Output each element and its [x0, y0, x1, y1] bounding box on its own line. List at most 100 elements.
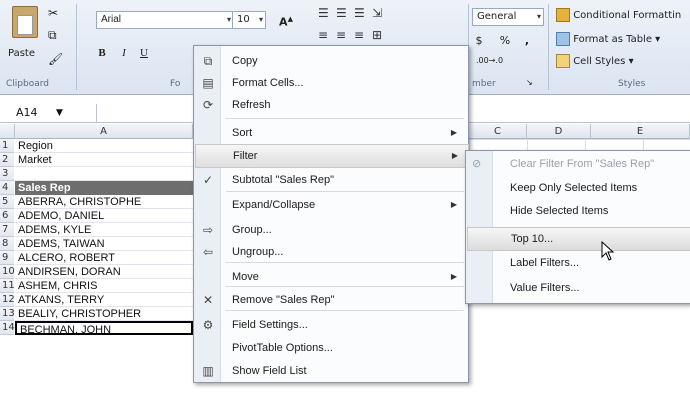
- cell-a[interactable]: ANDIRSEN, DORAN: [15, 265, 193, 279]
- cell-a[interactable]: Market: [15, 153, 193, 167]
- cell-a[interactable]: ALCERO, ROBERT: [15, 251, 193, 265]
- menu-item-subtotal-sales-rep[interactable]: ✓ Subtotal "Sales Rep": [195, 169, 467, 191]
- menu-item-label: Refresh: [232, 99, 271, 111]
- row-header[interactable]: 7: [0, 223, 14, 237]
- submenu-item-keep-only-selected-items[interactable]: Keep Only Selected Items: [467, 177, 689, 199]
- clipboard-group-label: Clipboard: [6, 79, 49, 89]
- cell-a[interactable]: BEALIY, CHRISTOPHER: [15, 307, 193, 321]
- paste-button[interactable]: Paste: [6, 4, 44, 74]
- cut-icon[interactable]: ✂: [48, 6, 58, 20]
- grow-font-button[interactable]: A▲: [268, 10, 304, 29]
- format-painter-icon[interactable]: 🖌: [48, 52, 63, 66]
- column-header-e[interactable]: E: [591, 124, 690, 139]
- column-header-d[interactable]: D: [527, 124, 591, 139]
- cell-a[interactable]: ATKANS, TERRY: [15, 293, 193, 307]
- format-cells-icon: ▤: [202, 76, 214, 90]
- menu-separator: [226, 191, 464, 192]
- row-header[interactable]: 11: [0, 279, 15, 293]
- formula-input[interactable]: [96, 104, 196, 122]
- align-icons[interactable]: ☰ ☰ ☰ ⇲ ≡ ≡ ≡ ⊞: [318, 6, 386, 50]
- bold-button[interactable]: B: [94, 44, 110, 62]
- row-header[interactable]: 2: [0, 153, 14, 167]
- number-format-combo[interactable]: General ▾: [472, 8, 544, 26]
- paste-label: Paste: [8, 48, 35, 59]
- dialog-launcher-icon[interactable]: ↘: [526, 78, 533, 87]
- cell-a[interactable]: ADEMS, KYLE: [15, 223, 193, 237]
- submenu-item-hide-selected-items[interactable]: Hide Selected Items: [467, 200, 689, 222]
- currency-button[interactable]: $: [472, 32, 486, 50]
- align-left-icon[interactable]: ≡: [318, 28, 328, 42]
- filter-submenu: ⊘ Clear Filter From "Sales Rep" Keep Only…: [465, 150, 690, 304]
- menu-item-copy[interactable]: ⧉ Copy: [195, 50, 467, 72]
- format-as-table-button[interactable]: Format as Table ▾: [556, 32, 660, 46]
- copy-ribbon-icon[interactable]: ⧉: [48, 28, 57, 43]
- conditional-formatting-button[interactable]: Conditional Formattin: [556, 8, 681, 22]
- row-header[interactable]: 12: [0, 293, 15, 307]
- menu-item-refresh[interactable]: ⟳ Refresh: [195, 94, 467, 116]
- format-table-icon: [556, 32, 570, 46]
- menu-item-group[interactable]: ⇨ Group...: [195, 219, 467, 241]
- row-header[interactable]: 1: [0, 139, 14, 153]
- wrap-text-icon[interactable]: ⇲: [372, 6, 382, 20]
- field-settings-icon: ⚙: [202, 318, 214, 332]
- cell-a[interactable]: ABERRA, CHRISTOPHE: [15, 195, 193, 209]
- cell-a[interactable]: BECHMAN, JOHN: [15, 321, 193, 336]
- menu-item-label: Filter: [233, 150, 258, 162]
- column-header-a[interactable]: A: [15, 124, 193, 139]
- name-box[interactable]: A14 ▼: [2, 104, 82, 122]
- row-header[interactable]: 5: [0, 195, 14, 209]
- comma-button[interactable]: ,: [520, 32, 534, 50]
- submenu-item-label: Value Filters...: [510, 282, 580, 294]
- font-name-combo[interactable]: Arial ▾: [96, 11, 234, 29]
- menu-item-show-field-list[interactable]: ▥ Show Field List: [195, 360, 467, 382]
- menu-item-pivottable-options[interactable]: PivotTable Options...: [195, 337, 467, 359]
- cell-a[interactable]: ADEMS, TAIWAN: [15, 237, 193, 251]
- cell-a[interactable]: ASHEM, CHRIS: [15, 279, 193, 293]
- menu-item-sort[interactable]: Sort ▶: [195, 122, 467, 144]
- menu-item-filter[interactable]: Filter ▶: [195, 144, 469, 168]
- percent-button[interactable]: %: [498, 32, 512, 50]
- align-bottom-icon[interactable]: ☰: [354, 6, 365, 20]
- menu-item-field-settings[interactable]: ⚙ Field Settings...: [195, 314, 467, 336]
- row-header[interactable]: 9: [0, 251, 14, 265]
- cell-a[interactable]: ADEMO, DANIEL: [15, 209, 193, 223]
- align-top-icon[interactable]: ☰: [318, 6, 329, 20]
- cell-a[interactable]: Region: [15, 139, 193, 153]
- chevron-down-icon: ▾: [655, 34, 661, 45]
- align-right-icon[interactable]: ≡: [354, 28, 364, 42]
- row-header[interactable]: 14: [0, 321, 15, 335]
- submenu-item-top-10[interactable]: Top 10...: [467, 227, 690, 251]
- italic-button[interactable]: I: [116, 44, 132, 62]
- submenu-item-label-filters[interactable]: Label Filters...: [467, 252, 689, 274]
- font-size-combo[interactable]: 10 ▾: [232, 11, 266, 29]
- row-header[interactable]: 10: [0, 265, 15, 279]
- decrease-decimal-icon[interactable]: .00→.0: [476, 56, 503, 65]
- checkmark-icon: ✓: [202, 173, 214, 187]
- menu-item-ungroup[interactable]: ⇦ Ungroup...: [195, 241, 467, 263]
- menu-item-expand-collapse[interactable]: Expand/Collapse ▶: [195, 194, 467, 216]
- row-header[interactable]: 4: [0, 181, 14, 195]
- menu-item-remove-sales-rep[interactable]: ✕ Remove "Sales Rep": [195, 289, 467, 311]
- row-header[interactable]: 6: [0, 209, 14, 223]
- sales-rep-field-header[interactable]: Sales Rep: [15, 181, 193, 195]
- select-all-corner[interactable]: [0, 124, 15, 139]
- cell-a[interactable]: [15, 167, 193, 181]
- font-name-value: Arial: [101, 14, 122, 25]
- row-header[interactable]: 3: [0, 167, 14, 181]
- align-middle-icon[interactable]: ☰: [336, 6, 347, 20]
- submenu-item-value-filters[interactable]: Value Filters...: [467, 277, 689, 299]
- align-center-icon[interactable]: ≡: [336, 28, 346, 42]
- menu-item-format-cells[interactable]: ▤ Format Cells...: [195, 72, 467, 94]
- underline-button[interactable]: U: [136, 44, 152, 62]
- merge-cells-icon[interactable]: ⊞: [372, 28, 382, 42]
- conditional-formatting-label: Conditional Formattin: [573, 10, 682, 21]
- menu-item-label: Ungroup...: [232, 246, 284, 258]
- number-group-label: mber: [472, 79, 496, 89]
- cell-styles-button[interactable]: Cell Styles ▾: [556, 54, 634, 68]
- column-header-c[interactable]: C: [469, 124, 527, 139]
- submenu-item-label: Top 10...: [511, 233, 554, 245]
- menu-item-move[interactable]: Move ▶: [195, 266, 467, 288]
- row-header[interactable]: 8: [0, 237, 14, 251]
- menu-item-label: Expand/Collapse: [232, 199, 316, 211]
- row-header[interactable]: 13: [0, 307, 15, 321]
